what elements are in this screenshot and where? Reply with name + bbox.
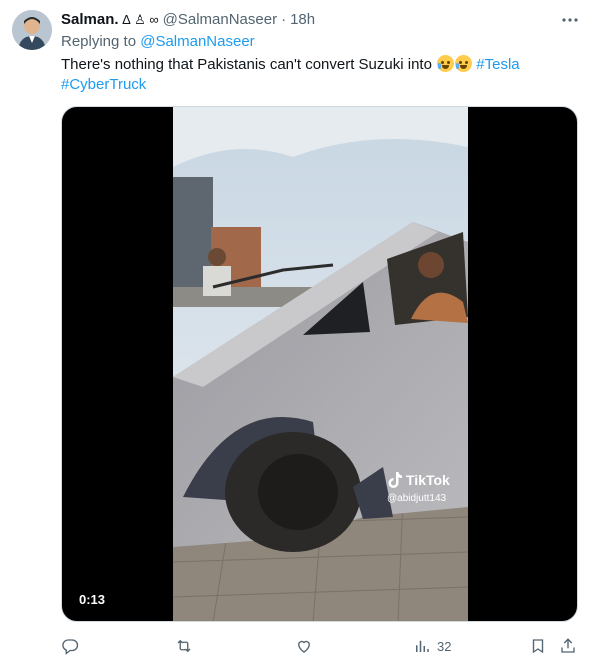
replying-to-link[interactable]: @SalmanNaseer	[140, 33, 254, 50]
timestamp[interactable]: 18h	[290, 11, 315, 28]
retweet-button[interactable]	[175, 634, 199, 658]
like-button[interactable]	[295, 634, 319, 658]
separator-dot: ·	[281, 11, 287, 28]
action-bar: 32	[61, 634, 581, 660]
author-name[interactable]: Salman.	[61, 11, 119, 28]
tweet-body: There's nothing that Pakistanis can't co…	[61, 56, 432, 73]
views-button[interactable]: 32	[413, 634, 451, 658]
views-icon	[416, 640, 429, 652]
face-with-tears-of-joy-icon	[455, 55, 473, 72]
bookmark-icon	[532, 639, 544, 654]
author-handle[interactable]: @SalmanNaseer	[163, 11, 277, 28]
reply-button[interactable]	[61, 634, 85, 658]
author-badges: ∆ ♙ ∞	[122, 12, 159, 27]
tiktok-title: TikTok	[406, 472, 450, 488]
avatar[interactable]	[12, 10, 52, 50]
replying-to: Replying to @SalmanNaseer	[61, 33, 255, 50]
bookmark-button[interactable]	[529, 634, 547, 658]
tweet-header: Salman. ∆ ♙ ∞ @SalmanNaseer · 18h	[61, 11, 574, 29]
video-frame[interactable]: TikTok @abidjutt143	[173, 107, 468, 621]
hashtag-tesla[interactable]: #Tesla	[476, 56, 519, 73]
reply-icon	[62, 639, 79, 655]
tweet-text: There's nothing that Pakistanis can't co…	[61, 55, 566, 95]
tweet[interactable]: Salman. ∆ ♙ ∞ @SalmanNaseer · 18h Replying t…	[0, 0, 594, 667]
replying-prefix: Replying to	[61, 33, 137, 50]
like-icon	[298, 640, 310, 653]
loudly-crying-face-icon	[437, 55, 455, 72]
tiktok-watermark: TikTok @abidjutt143	[387, 471, 450, 504]
more-icon[interactable]	[560, 10, 580, 30]
share-button[interactable]	[559, 634, 577, 658]
tiktok-logo-icon	[388, 472, 402, 488]
views-count: 32	[437, 638, 452, 654]
video-player[interactable]: TikTok @abidjutt143 0:13	[61, 106, 578, 622]
hashtag-cybertruck[interactable]: #CyberTruck	[61, 76, 146, 93]
retweet-icon	[177, 639, 191, 653]
video-duration: 0:13	[74, 590, 111, 609]
tiktok-username: @abidjutt143	[387, 493, 447, 504]
share-icon	[561, 638, 575, 653]
